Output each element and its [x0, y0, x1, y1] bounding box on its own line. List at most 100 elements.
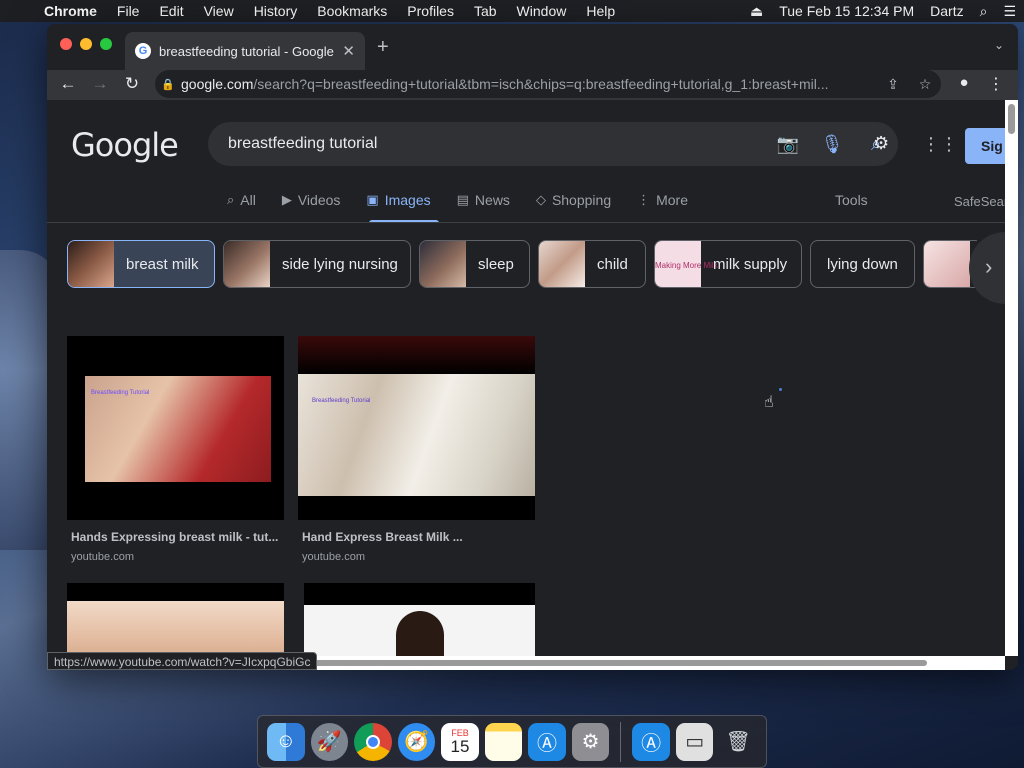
address-bar[interactable]: 🔒 google.com /search?q=breastfeeding+tut…	[155, 70, 941, 98]
tab-all-label: All	[240, 192, 256, 208]
tab-shopping-label: Shopping	[551, 192, 612, 208]
result-source[interactable]: youtube.com	[67, 551, 284, 563]
forward-arrow-icon[interactable]: →	[89, 74, 111, 94]
trash-icon[interactable]: 🗑	[719, 723, 757, 761]
chip-thumbnail	[68, 241, 114, 287]
result-caption[interactable]: Hands Expressing breast milk - tut...	[67, 530, 284, 544]
chip-label: breast milk	[126, 255, 199, 273]
refinement-chips: breast milk side lying nursing sleep chi…	[67, 240, 977, 288]
tab-shopping[interactable]: ◇ Shopping	[536, 192, 611, 208]
tab-news-label: News	[474, 192, 510, 208]
search-input[interactable]: breastfeeding tutorial	[228, 135, 766, 153]
menu-profiles[interactable]: Profiles	[397, 3, 464, 19]
image-result[interactable]: Breastfeeding Tutorial Hand Express Brea…	[298, 336, 535, 563]
safesearch-button[interactable]: SafeSear	[954, 194, 1005, 209]
image-icon: ▣	[366, 192, 379, 207]
chip-milk-supply[interactable]: Making More Milk milk supply	[654, 240, 802, 288]
menu-file[interactable]: File	[107, 3, 150, 19]
back-arrow-icon[interactable]: ←	[57, 74, 79, 94]
result-thumbnail[interactable]: Breastfeeding Tutorial	[67, 336, 284, 520]
chip-child[interactable]: child	[538, 240, 646, 288]
menu-clock[interactable]: Tue Feb 15 12:34 PM	[771, 3, 922, 19]
google-logo[interactable]: Google	[71, 126, 179, 164]
tab-all[interactable]: ⌕ All	[227, 192, 256, 208]
browser-tab[interactable]: G breastfeeding tutorial - Google ✕	[125, 32, 365, 70]
menu-window[interactable]: Window	[507, 3, 577, 19]
tab-images-label: Images	[384, 192, 431, 208]
menu-history[interactable]: History	[244, 3, 308, 19]
app-store-download-icon[interactable]: Ⓐ	[632, 722, 670, 761]
new-tab-icon[interactable]: +	[377, 36, 389, 59]
microphone-icon[interactable]: 🎙	[810, 134, 854, 155]
chip-side-lying-nursing[interactable]: side lying nursing	[223, 240, 411, 288]
browser-toolbar: ← → ↻ 🔒 google.com /search?q=breastfeedi…	[47, 70, 1018, 100]
chrome-icon[interactable]	[354, 722, 392, 761]
calendar-icon[interactable]: FEB 15	[441, 722, 479, 761]
system-preferences-icon[interactable]: ⚙	[571, 722, 610, 761]
header-divider	[47, 222, 1005, 223]
sign-in-button[interactable]: Sig	[965, 128, 1005, 164]
chip-sleep[interactable]: sleep	[419, 240, 530, 288]
camera-icon[interactable]: 📷	[766, 134, 810, 155]
tab-videos[interactable]: ▶ Videos	[282, 192, 341, 208]
vertical-scrollbar[interactable]	[1005, 100, 1018, 656]
chip-breast-milk[interactable]: breast milk	[67, 240, 215, 288]
search-type-tabs: ⌕ All ▶ Videos ▣ Images ▤ News ◇ Shoppin…	[227, 192, 714, 208]
tab-search-chevron-icon[interactable]: ⌄	[994, 38, 1004, 52]
tab-news[interactable]: ▤ News	[457, 192, 510, 208]
settings-gear-icon[interactable]: ⚙	[873, 133, 889, 154]
eject-icon[interactable]: ⏏	[742, 3, 771, 20]
app-store-icon[interactable]: Ⓐ	[528, 722, 566, 761]
calendar-month: FEB	[451, 727, 469, 738]
menu-tab[interactable]: Tab	[464, 3, 507, 19]
video-icon: ▶	[281, 192, 292, 207]
image-result[interactable]: Breastfeeding Tutorial Hands Expressing …	[67, 336, 284, 563]
finder-icon[interactable]: ☺	[267, 722, 305, 761]
control-center-icon[interactable]: ☰	[995, 3, 1024, 20]
menu-help[interactable]: Help	[576, 3, 625, 19]
result-source[interactable]: youtube.com	[298, 551, 535, 563]
thumbnail-overlay-text: Breastfeeding Tutorial	[312, 398, 371, 404]
image-result[interactable]	[67, 583, 284, 656]
tab-images[interactable]: ▣ Images	[366, 192, 430, 208]
zoom-window-button[interactable]	[100, 38, 112, 50]
profile-icon[interactable]: ●	[953, 74, 975, 96]
chrome-window: G breastfeeding tutorial - Google ✕ + ⌄ …	[47, 24, 1018, 670]
news-icon: ▤	[456, 192, 469, 207]
share-icon[interactable]: ⇪	[877, 76, 909, 93]
result-thumbnail[interactable]	[67, 583, 284, 656]
minimize-window-button[interactable]	[80, 38, 92, 50]
menu-user[interactable]: Dartz	[922, 3, 971, 19]
menu-edit[interactable]: Edit	[149, 3, 193, 19]
menu-app-name[interactable]: Chrome	[40, 3, 107, 19]
tag-icon: ◇	[535, 192, 546, 207]
notes-icon[interactable]	[484, 722, 523, 761]
image-result[interactable]	[304, 583, 535, 656]
spotlight-icon[interactable]: ⌕	[972, 3, 996, 20]
search-icon: ⌕	[227, 192, 235, 207]
scrollbar-thumb[interactable]	[287, 660, 927, 666]
lock-icon[interactable]: 🔒	[155, 78, 181, 91]
tab-more[interactable]: ⋮ More	[637, 192, 688, 208]
url-path: /search?q=breastfeeding+tutorial&tbm=isc…	[253, 76, 829, 92]
chrome-menu-icon[interactable]: ⋮	[987, 74, 1005, 94]
result-thumbnail[interactable]	[304, 583, 535, 656]
menu-view[interactable]: View	[194, 3, 244, 19]
scrollbar-thumb[interactable]	[1008, 104, 1015, 134]
safari-icon[interactable]: 🧭	[397, 722, 436, 761]
bookmark-star-icon[interactable]: ☆	[909, 76, 941, 93]
google-apps-icon[interactable]: ⋮⋮	[922, 134, 958, 155]
launchpad-icon[interactable]: 🚀	[310, 722, 349, 761]
result-thumbnail[interactable]: Breastfeeding Tutorial	[298, 336, 535, 520]
search-box[interactable]: breastfeeding tutorial 📷 🎙 ⌕	[208, 122, 898, 166]
hand-cursor-icon: ☝	[764, 394, 774, 411]
chip-lying-down[interactable]: lying down	[810, 240, 915, 288]
reload-icon[interactable]: ↻	[121, 74, 143, 94]
tools-button[interactable]: Tools	[835, 192, 868, 208]
close-tab-icon[interactable]: ✕	[342, 42, 355, 60]
close-window-button[interactable]	[60, 38, 72, 50]
document-icon[interactable]: ▭	[675, 722, 714, 761]
menu-bookmarks[interactable]: Bookmarks	[307, 3, 397, 19]
video-frame	[298, 374, 535, 496]
result-caption[interactable]: Hand Express Breast Milk ...	[298, 530, 535, 544]
